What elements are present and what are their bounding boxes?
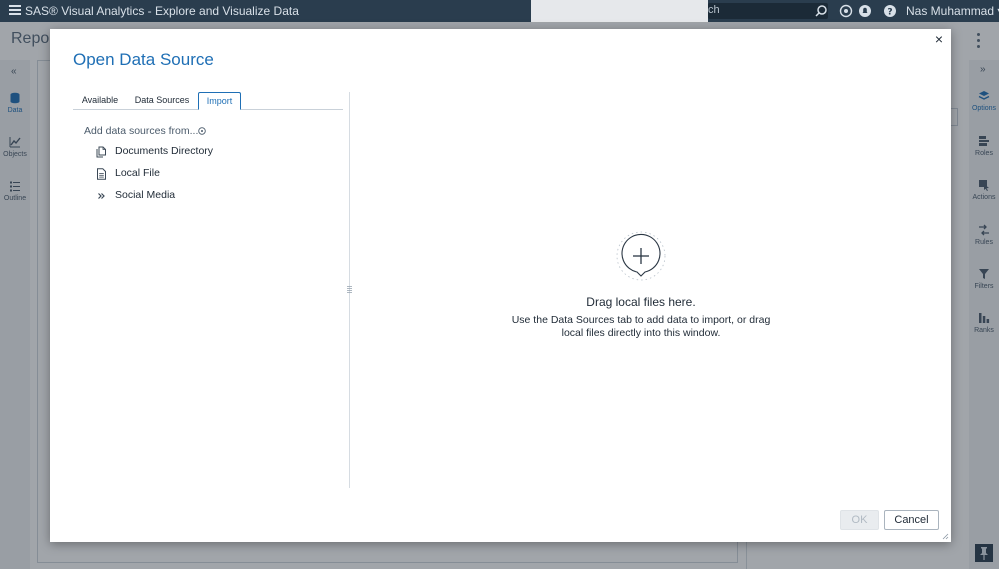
file-icon: [97, 168, 106, 180]
help-icon[interactable]: ?: [883, 4, 897, 18]
add-data-sources-label: Add data sources from...: [84, 125, 199, 137]
drop-zone-title: Drag local files here.: [586, 295, 696, 309]
splitter-handle-icon[interactable]: [347, 285, 352, 295]
resize-grip-icon[interactable]: [941, 532, 949, 540]
double-chevron-icon: [98, 193, 105, 199]
drop-zone-hint: Use the Data Sources tab to add data to …: [511, 314, 771, 339]
close-icon[interactable]: ×: [932, 32, 946, 46]
add-files-drop-icon: [616, 231, 666, 281]
tab-bar: Available Data Sources Import: [73, 92, 343, 110]
open-data-source-dialog: Open Data Source × Available Data Source…: [50, 29, 951, 542]
tab-import[interactable]: Import: [198, 92, 241, 110]
cancel-button[interactable]: Cancel: [884, 510, 939, 530]
user-name: Nas Muhammad: [906, 4, 995, 18]
documents-icon: [96, 146, 106, 158]
source-label: Local File: [115, 167, 160, 179]
search-icon[interactable]: [814, 4, 828, 18]
source-label: Social Media: [115, 189, 176, 201]
tab-available[interactable]: Available: [73, 92, 127, 110]
tab-data-sources[interactable]: Data Sources: [131, 92, 193, 110]
dialog-title: Open Data Source: [73, 50, 214, 69]
notifications-icon[interactable]: [858, 4, 872, 18]
source-label: Documents Directory: [115, 145, 214, 157]
ok-button[interactable]: OK: [840, 510, 879, 530]
search-input-text: ch: [708, 4, 720, 16]
search-input[interactable]: ch: [708, 3, 828, 19]
info-help-icon[interactable]: [198, 127, 206, 135]
top-bar-right: ch ? Nas Muhammad ▾: [0, 0, 999, 22]
activity-icon[interactable]: [839, 4, 853, 18]
user-menu[interactable]: Nas Muhammad ▾: [906, 4, 999, 18]
svg-text:?: ?: [887, 8, 892, 18]
